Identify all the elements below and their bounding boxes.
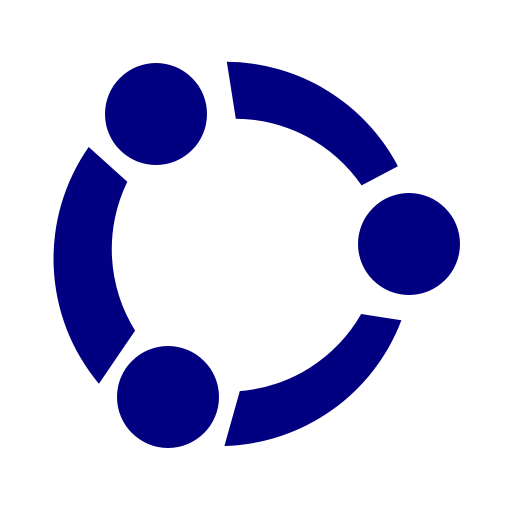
node-bottom-left — [117, 346, 219, 448]
node-top-left — [105, 63, 207, 165]
logo-mark — [53, 61, 460, 448]
logo-canvas — [0, 0, 512, 512]
ring-logo-icon — [53, 61, 460, 448]
node-right — [358, 193, 460, 295]
